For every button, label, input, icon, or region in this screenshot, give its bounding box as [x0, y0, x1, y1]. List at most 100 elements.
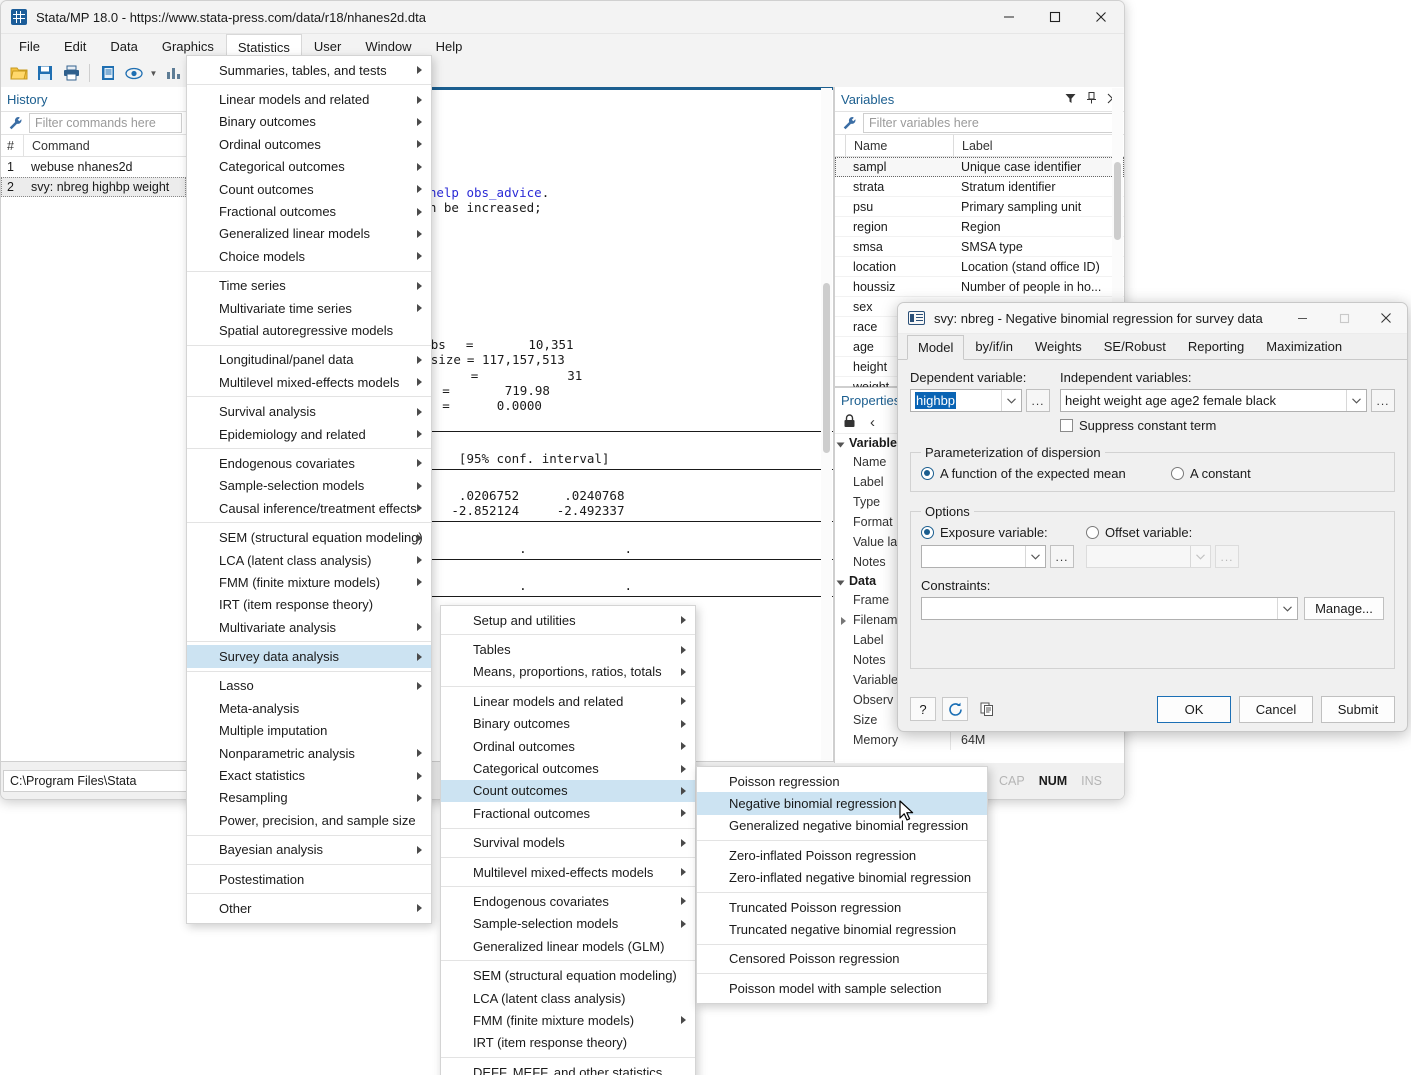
menu-item-linear-models-and-related[interactable]: Linear models and related: [187, 88, 431, 110]
menu-item-bayesian-analysis[interactable]: Bayesian analysis: [187, 839, 431, 861]
copy-icon[interactable]: [974, 697, 1000, 721]
manage-constraints-button[interactable]: Manage...: [1304, 597, 1384, 620]
variables-col-name[interactable]: Name: [845, 135, 953, 156]
menu-item-sem[interactable]: SEM (structural equation modeling): [441, 964, 695, 986]
chevron-down-icon[interactable]: [1277, 598, 1297, 619]
menu-item-longitudinal-panel-data[interactable]: Longitudinal/panel data: [187, 349, 431, 371]
minimize-button[interactable]: [986, 1, 1032, 34]
graph-icon[interactable]: [161, 61, 185, 85]
results-scrollbar[interactable]: [821, 88, 832, 760]
menu-item-summaries-tables-and-tests[interactable]: Summaries, tables, and tests: [187, 59, 431, 81]
menu-item-fractional-outcomes[interactable]: Fractional outcomes: [187, 200, 431, 222]
wrench-icon[interactable]: [835, 116, 863, 131]
variables-col-label[interactable]: Label: [953, 135, 1124, 156]
tab-maximization[interactable]: Maximization: [1255, 334, 1353, 359]
menu-item-irt[interactable]: IRT (item response theory): [187, 594, 431, 616]
menu-item-multiple-imputation[interactable]: Multiple imputation: [187, 720, 431, 742]
menu-item-other[interactable]: Other: [187, 897, 431, 919]
menu-item-lasso[interactable]: Lasso: [187, 675, 431, 697]
exposure-variable-browse-button[interactable]: ...: [1050, 545, 1074, 568]
history-row[interactable]: 1 webuse nhanes2d: [1, 157, 186, 177]
exposure-variable-combo[interactable]: [921, 545, 1046, 568]
table-row[interactable]: smsa SMSA type: [835, 237, 1124, 257]
menu-item-categorical-outcomes[interactable]: Categorical outcomes: [441, 757, 695, 779]
menu-item-exact-statistics[interactable]: Exact statistics: [187, 764, 431, 786]
menu-item-truncated-poisson-regression[interactable]: Truncated Poisson regression: [697, 896, 987, 918]
menu-item-irt[interactable]: IRT (item response theory): [441, 1032, 695, 1054]
menu-item-fractional-outcomes[interactable]: Fractional outcomes: [441, 802, 695, 824]
menu-item-fmm[interactable]: FMM (finite mixture models): [441, 1009, 695, 1031]
wrench-icon[interactable]: [1, 116, 29, 131]
tab-weights[interactable]: Weights: [1024, 334, 1093, 359]
menu-item-survey-data-analysis[interactable]: Survey data analysis: [187, 645, 431, 668]
chevron-down-icon[interactable]: [1025, 546, 1045, 567]
reset-icon[interactable]: [942, 697, 968, 721]
filter-icon[interactable]: [1065, 92, 1076, 107]
menu-item-spatial-autoregressive-models[interactable]: Spatial autoregressive models: [187, 319, 431, 341]
dependent-variable-browse-button[interactable]: ...: [1026, 389, 1050, 412]
menu-item-deff-meff-and-other-statistics[interactable]: DEFF, MEFF, and other statistics: [441, 1061, 695, 1075]
ok-button[interactable]: OK: [1157, 695, 1231, 723]
menubar-item-data[interactable]: Data: [98, 34, 149, 59]
close-button[interactable]: [1078, 1, 1124, 34]
lock-icon[interactable]: [843, 414, 856, 431]
log-icon[interactable]: [96, 61, 120, 85]
table-row[interactable]: strata Stratum identifier: [835, 177, 1124, 197]
menu-item-multivariate-time-series[interactable]: Multivariate time series: [187, 297, 431, 319]
menu-item-means-proportions-ratios-totals[interactable]: Means, proportions, ratios, totals: [441, 661, 695, 683]
independent-variables-browse-button[interactable]: ...: [1371, 389, 1395, 412]
menu-item-lca[interactable]: LCA (latent class analysis): [187, 549, 431, 571]
menu-item-count-outcomes[interactable]: Count outcomes: [187, 178, 431, 200]
menu-item-multivariate-analysis[interactable]: Multivariate analysis: [187, 616, 431, 638]
menu-item-causal-inference-treatment-effects[interactable]: Causal inference/treatment effects: [187, 497, 431, 519]
dependent-variable-combo[interactable]: highbp: [910, 389, 1022, 412]
dialog-close-button[interactable]: [1365, 303, 1407, 334]
menu-item-survival-models[interactable]: Survival models: [441, 832, 695, 854]
link-obs-advice[interactable]: help obs_advice: [429, 185, 542, 200]
chevron-down-icon[interactable]: [1190, 546, 1210, 567]
offset-variable-browse-button[interactable]: ...: [1215, 545, 1239, 568]
menu-item-survival-analysis[interactable]: Survival analysis: [187, 400, 431, 422]
maximize-button[interactable]: [1032, 1, 1078, 34]
tab-by-if-in[interactable]: by/if/in: [964, 334, 1024, 359]
menu-item-zero-inflated-poisson-regression[interactable]: Zero-inflated Poisson regression: [697, 844, 987, 866]
radio-offset-variable[interactable]: Offset variable:: [1086, 525, 1251, 540]
history-row[interactable]: 2 svy: nbreg highbp weight: [1, 177, 186, 197]
menu-item-multilevel-mixed-effects-models[interactable]: Multilevel mixed-effects models: [441, 861, 695, 883]
menu-item-power-precision-and-sample-size[interactable]: Power, precision, and sample size: [187, 809, 431, 831]
open-icon[interactable]: [7, 61, 31, 85]
help-icon[interactable]: ?: [910, 697, 936, 721]
cancel-button[interactable]: Cancel: [1239, 695, 1313, 723]
menu-item-meta-analysis[interactable]: Meta-analysis: [187, 697, 431, 719]
dialog-minimize-button[interactable]: [1281, 303, 1323, 334]
history-filter-input[interactable]: Filter commands here: [29, 113, 182, 133]
menu-item-poisson-model-with-sample-selection[interactable]: Poisson model with sample selection: [697, 977, 987, 999]
viewer-dropdown-icon[interactable]: ▼: [148, 61, 159, 85]
tab-model[interactable]: Model: [907, 335, 965, 360]
property-value[interactable]: 64M: [951, 733, 1124, 747]
chevron-down-icon[interactable]: [1001, 390, 1021, 411]
tab-reporting[interactable]: Reporting: [1177, 334, 1255, 359]
menubar-item-file[interactable]: File: [7, 34, 52, 59]
menu-item-setup-and-utilities[interactable]: Setup and utilities: [441, 609, 695, 631]
menu-item-zero-inflated-negative-binomial-regression[interactable]: Zero-inflated negative binomial regressi…: [697, 867, 987, 889]
radio-dispersion-constant[interactable]: A constant: [1171, 466, 1251, 481]
menu-item-multilevel-mixed-effects-models[interactable]: Multilevel mixed-effects models: [187, 371, 431, 393]
menu-item-ordinal-outcomes[interactable]: Ordinal outcomes: [187, 133, 431, 155]
menu-item-categorical-outcomes[interactable]: Categorical outcomes: [187, 156, 431, 178]
radio-dispersion-function[interactable]: A function of the expected mean: [921, 466, 1171, 481]
table-row[interactable]: location Location (stand office ID): [835, 257, 1124, 277]
menu-item-generalized-linear-models[interactable]: Generalized linear models: [187, 223, 431, 245]
chevron-down-icon[interactable]: [1346, 390, 1366, 411]
submit-button[interactable]: Submit: [1321, 695, 1395, 723]
menu-item-binary-outcomes[interactable]: Binary outcomes: [187, 111, 431, 133]
save-icon[interactable]: [33, 61, 57, 85]
offset-variable-combo[interactable]: [1086, 545, 1211, 568]
menu-item-poisson-regression[interactable]: Poisson regression: [697, 770, 987, 792]
table-row[interactable]: sampl Unique case identifier: [835, 157, 1124, 177]
menu-item-censored-poisson-regression[interactable]: Censored Poisson regression: [697, 948, 987, 970]
menu-item-lca[interactable]: LCA (latent class analysis): [441, 987, 695, 1009]
tab-se-robust[interactable]: SE/Robust: [1093, 334, 1177, 359]
menu-item-sample-selection-models[interactable]: Sample-selection models: [187, 475, 431, 497]
table-row[interactable]: psu Primary sampling unit: [835, 197, 1124, 217]
